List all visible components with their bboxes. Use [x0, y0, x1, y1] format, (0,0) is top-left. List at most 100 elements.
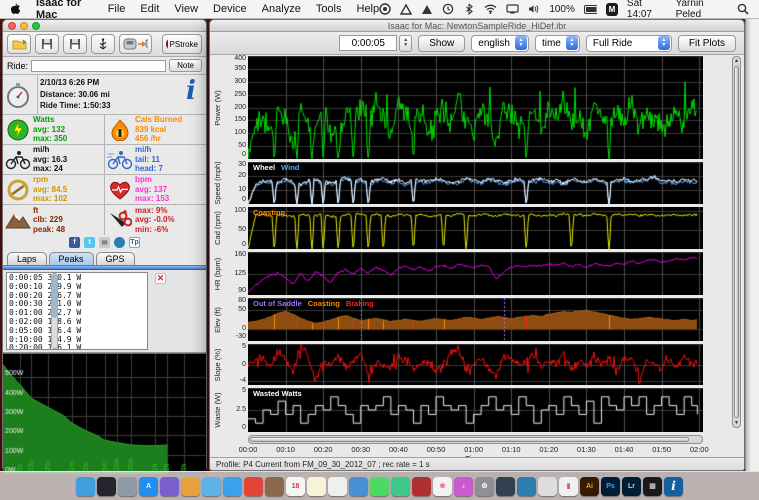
xtick: 01:10	[502, 445, 521, 454]
dock-notes-icon[interactable]	[307, 477, 326, 496]
chart-strip-slope[interactable]: Slope (%)-405	[214, 344, 706, 385]
delete-peak-button[interactable]: ✕	[155, 273, 166, 284]
chart-strip-elev[interactable]: Elev (ft)-3005080Out of SaddleCoastingBr…	[214, 298, 706, 341]
range-select[interactable]: Full Ride▲▼	[586, 35, 672, 52]
time-machine-icon[interactable]	[442, 3, 454, 16]
minimize-window-button[interactable]	[20, 22, 28, 30]
dock-light-app-icon[interactable]	[538, 477, 557, 496]
menu-help[interactable]: Help	[357, 3, 380, 15]
dock-mail-icon[interactable]	[202, 477, 221, 496]
main-window-titlebar[interactable]: Isaac for Mac: NewtonSampleRide_HiDef.ib…	[210, 20, 744, 32]
power-duration-chart[interactable]	[3, 353, 206, 474]
close-window-button[interactable]	[8, 22, 16, 30]
menu-view[interactable]: View	[174, 3, 198, 15]
stopwatch-icon	[3, 75, 37, 114]
menu-tools[interactable]: Tools	[316, 3, 342, 15]
units-select[interactable]: english▲▼	[471, 35, 529, 52]
display-airplay-icon[interactable]	[506, 3, 519, 16]
tab-gps[interactable]: GPS	[96, 252, 135, 265]
backup-triangle-icon[interactable]	[400, 3, 412, 16]
fan-triangle-icon[interactable]	[421, 3, 433, 16]
tab-peaks[interactable]: Peaks	[49, 252, 94, 265]
menu-analyze[interactable]: Analyze	[262, 3, 301, 15]
dock-green-app-icon[interactable]	[391, 477, 410, 496]
dock-dvd-grid-icon[interactable]	[412, 477, 431, 496]
left-window-titlebar[interactable]	[3, 20, 206, 32]
horizontal-scrollbar[interactable]	[248, 435, 703, 444]
slope-min: min: -6%	[135, 225, 175, 235]
peaks-scrollbar[interactable]	[51, 273, 58, 349]
twitter-icon[interactable]: t	[84, 237, 95, 248]
menu-device[interactable]: Device	[213, 3, 247, 15]
note-button[interactable]: Note	[169, 59, 202, 72]
globe-icon[interactable]	[114, 237, 125, 248]
dock-tiles-icon[interactable]	[181, 477, 200, 496]
dock-launchpad-icon[interactable]	[118, 477, 137, 496]
volume-icon[interactable]	[528, 3, 540, 16]
email-icon[interactable]: ✉	[99, 237, 110, 248]
pstroke-button[interactable]: PStroke	[162, 34, 202, 54]
dock-illustrator-icon[interactable]: Ai	[580, 477, 599, 496]
device-transfer-button[interactable]	[119, 34, 152, 54]
save-button[interactable]	[35, 34, 59, 54]
chart-strip-waste[interactable]: Waste (W)02.55Wasted Watts	[214, 388, 706, 432]
vertical-scrollbar[interactable]: ▲▼	[732, 56, 741, 428]
ylabel-cad: Cad (rpm)	[213, 211, 222, 245]
save-as-button[interactable]	[63, 34, 87, 54]
dock-gopro-icon[interactable]: ▦	[643, 477, 662, 496]
dock-safari-icon[interactable]	[223, 477, 242, 496]
ride-name-input[interactable]	[31, 60, 166, 72]
chart-strip-speed[interactable]: Speed (mph)0102030WheelWind	[214, 162, 706, 204]
bluetooth-icon[interactable]	[463, 3, 475, 16]
menu-clock[interactable]: Sat 14:07	[627, 0, 667, 20]
chart-strip-power[interactable]: Power (W)050100150200250300350400	[214, 56, 706, 159]
dock-dark-sphere-icon[interactable]	[97, 477, 116, 496]
time-stepper[interactable]: ▲▼	[399, 35, 412, 52]
battery-icon[interactable]	[584, 3, 597, 16]
spotlight-icon[interactable]	[737, 3, 749, 16]
xtick: 01:50	[652, 445, 671, 454]
dock-isaac-icon[interactable]: i	[664, 477, 683, 496]
show-button[interactable]: Show	[418, 35, 465, 52]
time-step-field[interactable]: 0:00:05	[339, 35, 397, 51]
dock-app-store-icon[interactable]: A	[139, 477, 158, 496]
xaxis-select[interactable]: time▲▼	[535, 35, 580, 52]
dock-photos-icon[interactable]: ❀	[433, 477, 452, 496]
dock-itunes-icon[interactable]: ♪	[454, 477, 473, 496]
shutter-icon[interactable]	[379, 3, 391, 16]
apple-menu-icon[interactable]	[10, 3, 21, 16]
tab-laps[interactable]: Laps	[7, 252, 47, 265]
zoom-window-button[interactable]	[32, 22, 40, 30]
facebook-icon[interactable]: f	[69, 237, 80, 248]
dock-calendar-icon[interactable]: 18	[286, 477, 305, 496]
fit-plots-button[interactable]: Fit Plots	[678, 35, 736, 52]
chart-stack[interactable]: Power (W)050100150200250300350400Speed (…	[214, 56, 706, 463]
dock-textedit-icon[interactable]	[328, 477, 347, 496]
peak-row[interactable]: 0:20:00 146.1 W	[9, 344, 145, 350]
dock-purple-clock-icon[interactable]	[160, 477, 179, 496]
trainingpeaks-icon[interactable]: Tp	[129, 237, 140, 248]
ride-label: Ride:	[7, 61, 28, 71]
dock-system-preferences-icon[interactable]: ⚙	[475, 477, 494, 496]
dock-lightroom-icon[interactable]: Lr	[622, 477, 641, 496]
chart-strip-hr[interactable]: HR (bpm)90125160	[214, 252, 706, 295]
dock-pencil-app-icon[interactable]	[349, 477, 368, 496]
menu-app-name[interactable]: Isaac for Mac	[36, 0, 93, 21]
dock-journal-icon[interactable]	[265, 477, 284, 496]
open-file-button[interactable]	[7, 34, 31, 54]
chart-strip-cad[interactable]: Cad (rpm)050100Coasting	[214, 207, 706, 249]
menu-edit[interactable]: Edit	[140, 3, 159, 15]
dock-chrome-icon[interactable]	[244, 477, 263, 496]
menu-file[interactable]: File	[108, 3, 126, 15]
dock-dark-app-icon[interactable]	[496, 477, 515, 496]
dock-finder-icon[interactable]	[76, 477, 95, 496]
dock-charts-app-icon[interactable]: ▮	[559, 477, 578, 496]
dock-photoshop-icon[interactable]: Ps	[601, 477, 620, 496]
m-badge-icon[interactable]: M	[606, 3, 618, 16]
dock-globe-app-icon[interactable]	[517, 477, 536, 496]
peaks-list[interactable]: 0:00:05 350.1 W0:00:10 299.9 W0:00:20 27…	[6, 272, 148, 350]
dock-messages-icon[interactable]	[370, 477, 389, 496]
wifi-icon[interactable]	[484, 3, 497, 16]
usb-device-button[interactable]	[91, 34, 115, 54]
menu-user[interactable]: Yarnin Peled	[676, 0, 728, 20]
